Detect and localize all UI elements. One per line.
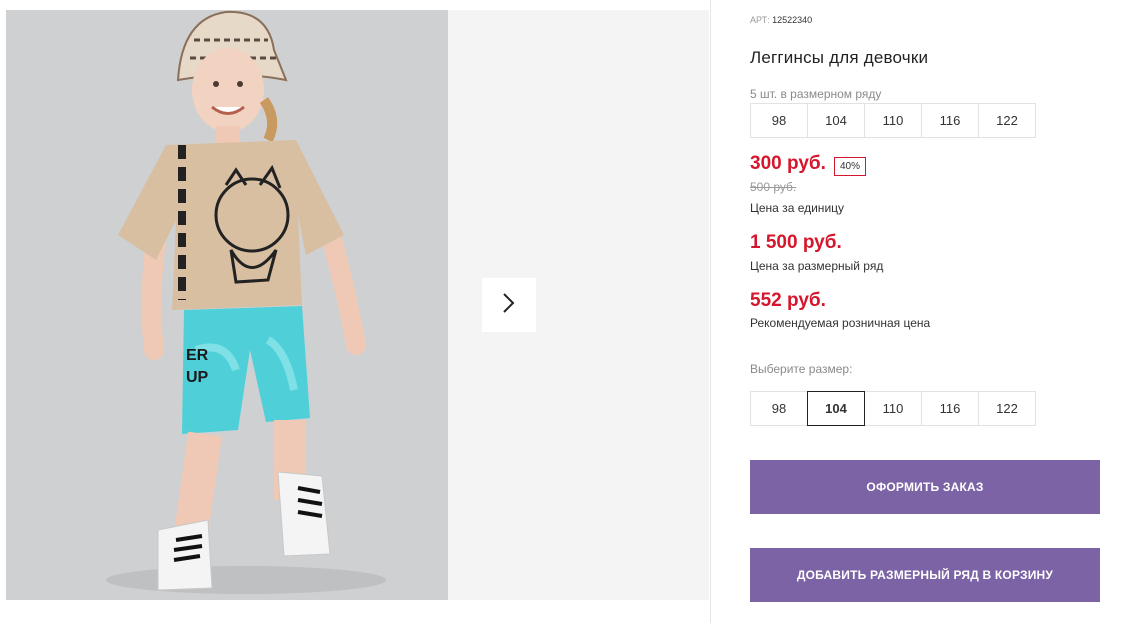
product-photo[interactable]: ER UP xyxy=(6,10,448,600)
pack-size-cell: 98 xyxy=(750,103,808,138)
sku-label: АРТ: xyxy=(750,15,770,25)
pack-size-cell: 110 xyxy=(864,103,922,138)
pack-price: 1 500 руб. xyxy=(750,232,842,253)
place-order-button[interactable]: ОФОРМИТЬ ЗАКАЗ xyxy=(750,460,1100,514)
discount-badge: 40% xyxy=(834,157,867,176)
retail-price-caption: Рекомендуемая розничная цена xyxy=(750,316,931,330)
svg-text:UP: UP xyxy=(186,369,209,386)
size-option[interactable]: 116 xyxy=(921,391,979,426)
retail-price: 552 руб. xyxy=(750,290,826,311)
size-option[interactable]: 98 xyxy=(750,391,808,426)
sku-line: АРТ: 12522340 xyxy=(750,15,812,25)
pack-price-caption: Цена за размерный ряд xyxy=(750,259,884,273)
pack-note: 5 шт. в размерном ряду xyxy=(750,87,882,101)
product-title: Леггинсы для девочки xyxy=(750,48,929,67)
old-price: 500 руб. xyxy=(750,180,797,194)
next-photo-button[interactable] xyxy=(482,278,536,332)
pack-size-cell: 116 xyxy=(921,103,979,138)
size-selector: 98 104 110 116 122 xyxy=(750,391,1036,426)
choose-size-label: Выберите размер: xyxy=(750,362,853,376)
add-to-cart-button[interactable]: ДОБАВИТЬ РАЗМЕРНЫЙ РЯД В КОРЗИНУ xyxy=(750,548,1100,602)
pack-size-cell: 122 xyxy=(978,103,1036,138)
product-gallery: ER UP xyxy=(6,10,709,600)
svg-text:ER: ER xyxy=(186,347,209,364)
pack-size-cell: 104 xyxy=(807,103,865,138)
unit-price-caption: Цена за единицу xyxy=(750,201,845,215)
unit-price: 300 руб. xyxy=(750,153,826,174)
size-option-selected[interactable]: 104 xyxy=(807,391,865,426)
size-option[interactable]: 122 xyxy=(978,391,1036,426)
chevron-right-icon xyxy=(502,292,516,319)
panel-divider xyxy=(710,0,711,623)
sku-value: 12522340 xyxy=(772,15,813,25)
pack-size-row: 98 104 110 116 122 xyxy=(750,103,1036,138)
size-option[interactable]: 110 xyxy=(864,391,922,426)
